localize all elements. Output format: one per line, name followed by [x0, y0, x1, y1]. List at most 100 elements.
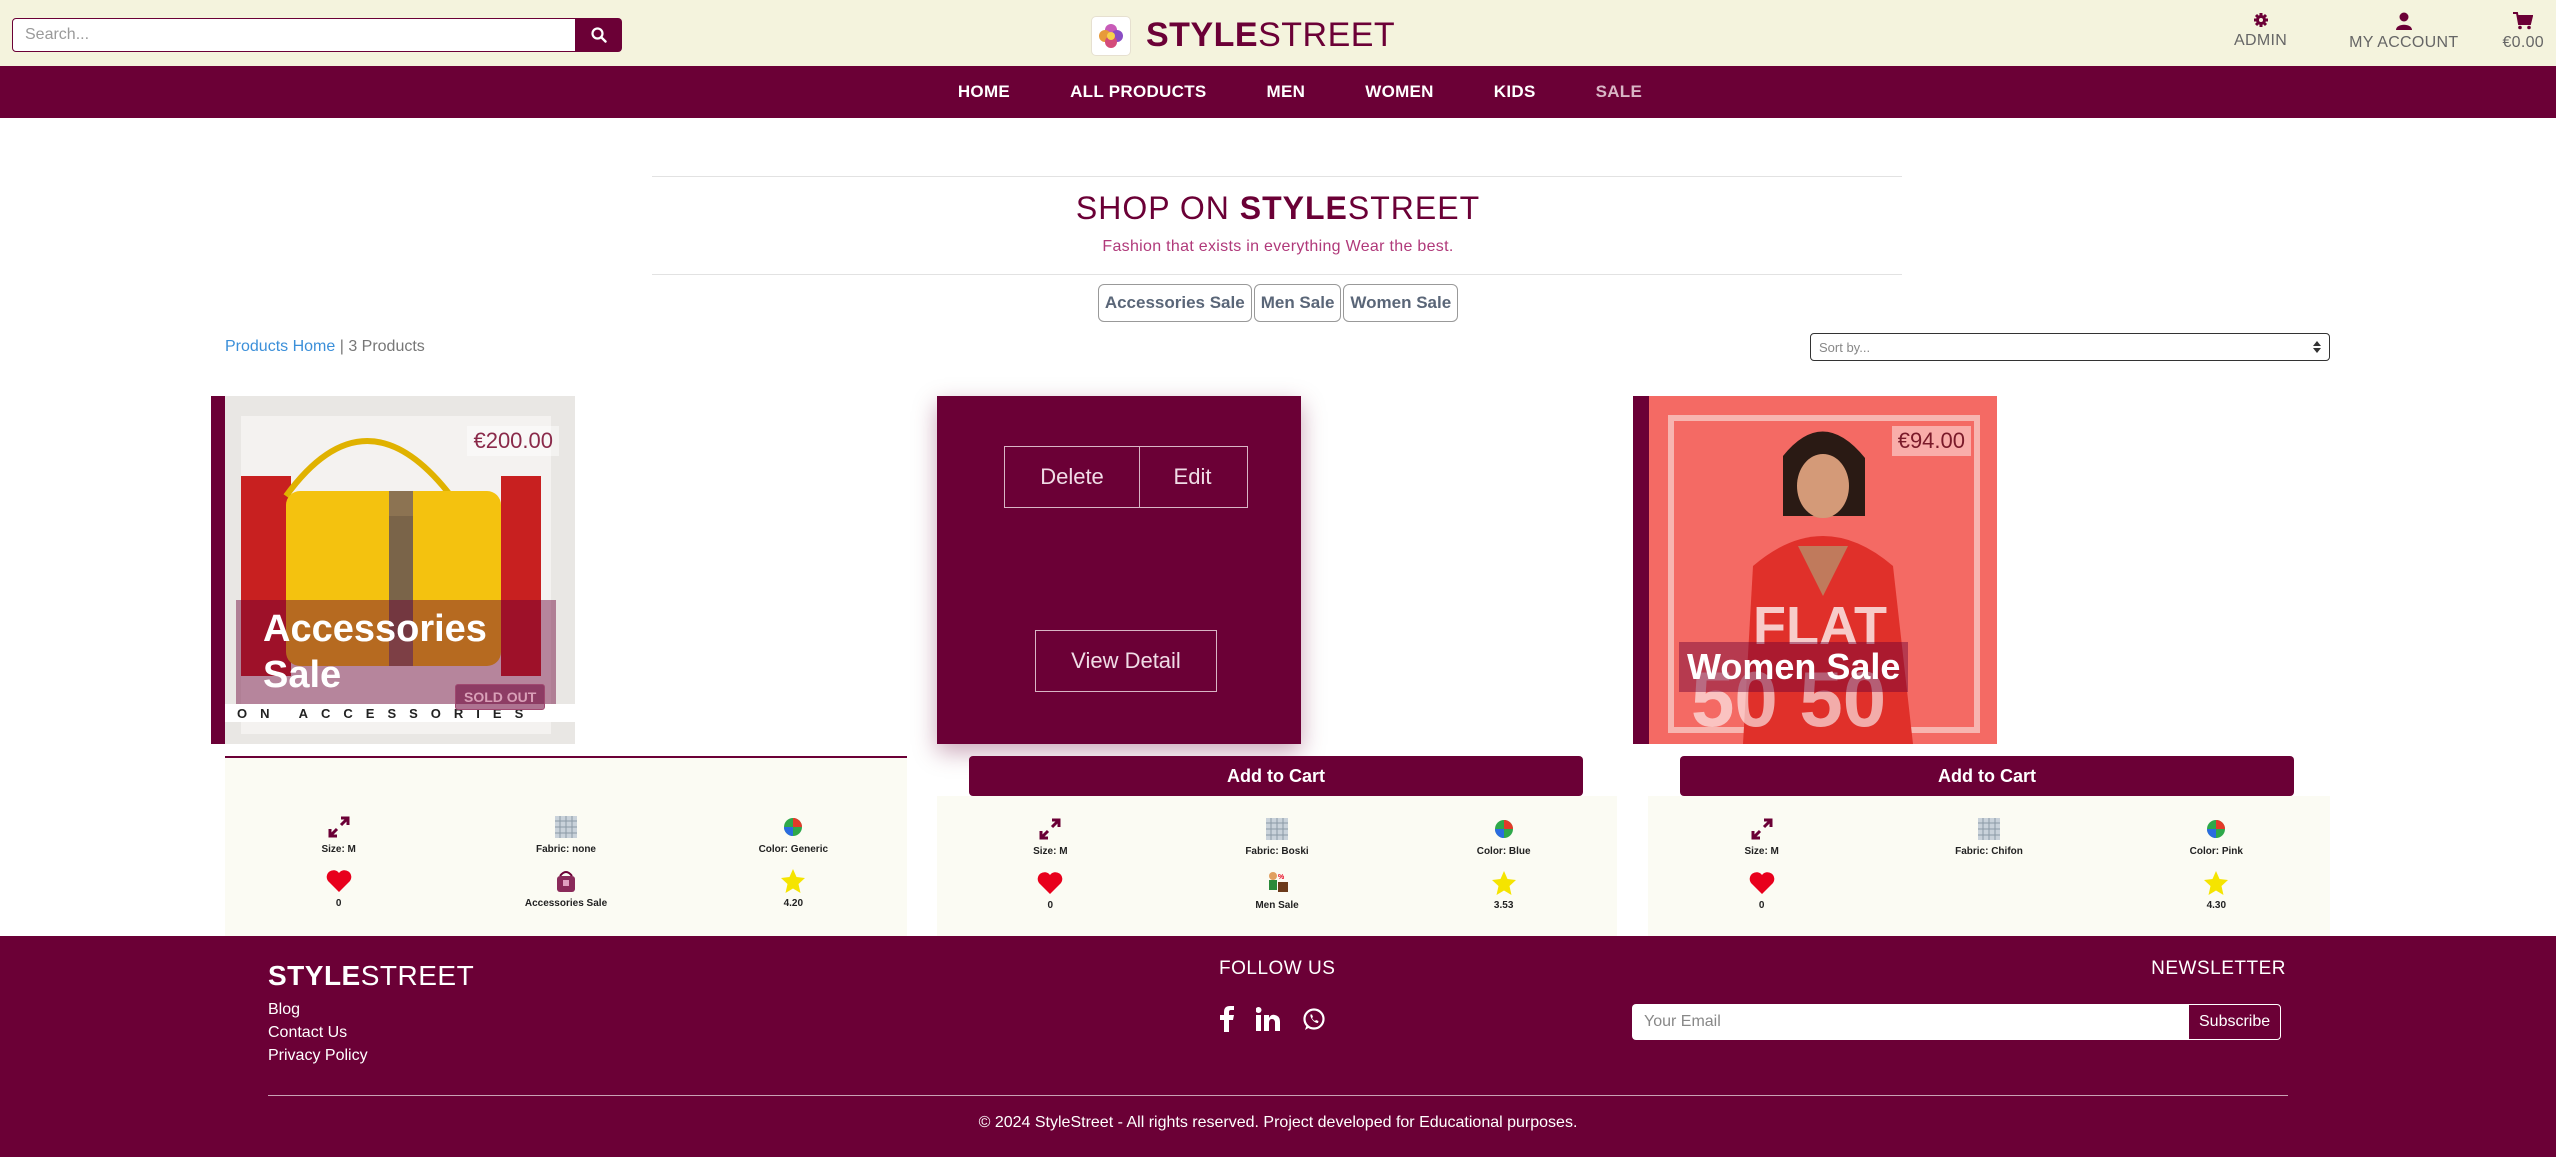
admin-label: ADMIN [2234, 32, 2288, 49]
accessories-price: €200.00 [467, 426, 559, 456]
footer: STYLESTREET Blog Contact Us Privacy Poli… [0, 936, 2556, 1157]
color-ball-icon [784, 818, 803, 836]
nav-men[interactable]: MEN [1267, 82, 1306, 102]
my-account-label: MY ACCOUNT [2349, 34, 2459, 51]
sort-select[interactable]: Sort by... [1810, 333, 2330, 361]
filter-men-sale[interactable]: Men Sale [1253, 284, 1342, 322]
likes-count: 0 [335, 898, 342, 909]
subscribe-button[interactable]: Subscribe [2188, 1004, 2282, 1040]
filter-accessories-sale[interactable]: Accessories Sale [1097, 284, 1252, 322]
fabric-icon [554, 816, 577, 838]
size-info: Size: M [1648, 816, 1875, 857]
whatsapp-icon[interactable] [1302, 1007, 1326, 1031]
divider-bottom [652, 274, 1902, 275]
brand-logo [1092, 16, 1130, 55]
rating-info: 4.20 [680, 868, 907, 909]
star-icon [2204, 871, 2229, 895]
color-info: Color: Pink [2103, 816, 2330, 857]
breadcrumb: Products Home | 3 Products [225, 338, 425, 356]
cart-icon [2513, 12, 2534, 30]
size-label: Size: M [1033, 846, 1068, 857]
social-links [1220, 1006, 1326, 1032]
sold-out-badge: SOLD OUT [455, 684, 546, 710]
color-label: Color: Pink [2189, 846, 2243, 857]
my-account-link[interactable]: MY ACCOUNT [2349, 12, 2458, 52]
linkedin-icon[interactable] [1256, 1007, 1280, 1031]
category-label: Accessories Sale [524, 898, 608, 909]
nav-all-products[interactable]: ALL PRODUCTS [1070, 82, 1206, 102]
footer-link-blog[interactable]: Blog [268, 998, 368, 1021]
shop-title: SHOP ON STYLESTREET [0, 190, 2556, 227]
footer-divider [268, 1095, 2288, 1096]
fabric-info: Fabric: none [452, 814, 679, 855]
delete-button[interactable]: Delete [1004, 446, 1140, 508]
product-card-men[interactable]: Delete Edit View Detail [937, 396, 1301, 744]
nav-women[interactable]: WOMEN [1365, 82, 1434, 102]
handbag-category-icon [556, 871, 575, 892]
main-nav: HOME ALL PRODUCTS MEN WOMEN KIDS SALE [0, 66, 2556, 118]
search-icon [591, 27, 607, 43]
facebook-icon[interactable] [1220, 1006, 1234, 1032]
fabric-label: Fabric: none [535, 844, 596, 855]
product-card-women[interactable]: FLAT 50 50 €94.00 Women Sale [1633, 396, 1997, 744]
add-to-cart-women[interactable]: Add to Cart [1680, 756, 2294, 796]
copyright: © 2024 StyleStreet - All rights reserved… [978, 1114, 1578, 1131]
resize-arrows-icon [1751, 818, 1773, 840]
filter-women-sale[interactable]: Women Sale [1343, 284, 1459, 322]
divider-top [652, 176, 1902, 177]
product-info-men: Size: M Fabric: Boski Color: Blue 0 % Me… [937, 796, 1617, 936]
heart-icon [1749, 872, 1774, 894]
color-ball-icon [2207, 820, 2226, 838]
product-card-accessories[interactable]: ON ACCESSORIES €200.00 Accessories Sale S… [211, 396, 575, 744]
likes-info[interactable]: 0 [1648, 870, 1875, 911]
breadcrumb-separator: | [335, 338, 349, 355]
star-icon [781, 869, 806, 893]
shop-title-bold: STYLE [1239, 190, 1348, 226]
color-info: Color: Blue [1390, 816, 1617, 857]
products-home-link[interactable]: Products Home [225, 338, 335, 355]
gear-icon [2253, 13, 2268, 27]
color-info: Color: Generic [680, 814, 907, 855]
likes-info[interactable]: 0 [225, 868, 452, 909]
brand[interactable]: STYLESTREET [1092, 16, 1395, 55]
cart-total: €0.00 [2502, 34, 2544, 51]
nav-home[interactable]: HOME [958, 82, 1010, 102]
likes-count: 0 [1758, 900, 1765, 911]
newsletter-email-input[interactable] [1632, 1004, 2188, 1040]
view-detail-button[interactable]: View Detail [1035, 630, 1217, 692]
admin-link[interactable]: ADMIN [2234, 12, 2287, 52]
accessories-title-line2: Sale [263, 654, 342, 696]
product-count: 3 Products [348, 338, 425, 355]
category-filters: Accessories Sale Men Sale Women Sale [0, 284, 2556, 322]
top-bar: STYLESTREET ADMIN MY ACCOUNT €0.00 [0, 0, 2556, 66]
brand-light: STREET [1258, 16, 1396, 54]
brand-bold: STYLE [1146, 16, 1259, 54]
footer-brand-bold: STYLE [268, 960, 361, 991]
fabric-icon [1977, 818, 2000, 840]
nav-kids[interactable]: KIDS [1494, 82, 1536, 102]
cart-link[interactable]: €0.00 [2502, 12, 2544, 52]
rating-info: 4.30 [2103, 870, 2330, 911]
search-input[interactable] [12, 18, 576, 52]
rating-info: 3.53 [1390, 870, 1617, 911]
likes-count: 0 [1047, 900, 1054, 911]
footer-link-contact[interactable]: Contact Us [268, 1021, 368, 1044]
search-button[interactable] [576, 18, 622, 52]
sort-placeholder: Sort by... [1819, 339, 1871, 355]
product-info-women: Size: M Fabric: Chifon Color: Pink 0 4.3… [1648, 796, 2330, 936]
star-icon [1491, 871, 1516, 895]
women-price: €94.00 [1891, 426, 1971, 456]
edit-button[interactable]: Edit [1138, 446, 1248, 508]
rating-value: 4.20 [783, 898, 804, 909]
footer-link-privacy[interactable]: Privacy Policy [268, 1044, 368, 1067]
add-to-cart-men[interactable]: Add to Cart [969, 756, 1583, 796]
flower-logo-icon [1099, 23, 1123, 48]
fabric-info: Fabric: Boski [1164, 816, 1391, 857]
likes-info[interactable]: 0 [937, 870, 1164, 911]
fabric-icon [1265, 818, 1288, 840]
footer-brand[interactable]: STYLESTREET [268, 960, 474, 992]
nav-sale[interactable]: SALE [1596, 82, 1643, 102]
brand-name: STYLESTREET [1146, 16, 1395, 55]
resize-arrows-icon [328, 816, 350, 838]
color-ball-icon [1494, 820, 1513, 838]
